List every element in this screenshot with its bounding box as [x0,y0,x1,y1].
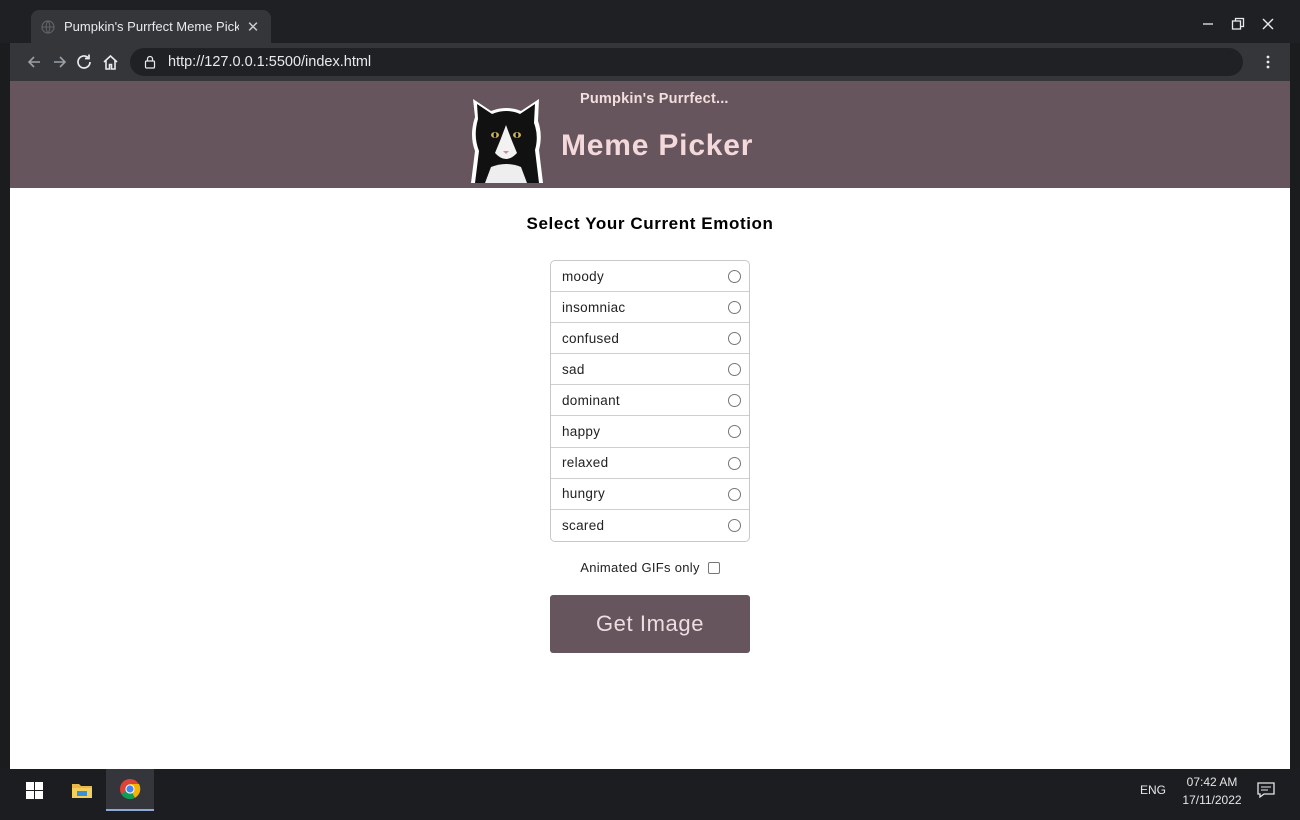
address-bar[interactable]: http://127.0.0.1:5500/index.html [130,48,1243,76]
page-viewport: Pumpkin's Purrfect... Meme Picker Select… [10,81,1290,769]
notification-icon[interactable] [1256,781,1276,799]
taskbar: ENG 07:42 AM 17/11/2022 [0,769,1300,820]
radio-button[interactable] [728,394,741,408]
emotion-label: moody [562,268,605,284]
radio-button[interactable] [728,456,741,470]
emotion-label: confused [562,330,620,346]
emotion-option-scared[interactable]: scared [551,510,749,541]
browser-toolbar: http://127.0.0.1:5500/index.html [10,43,1290,81]
tab-close-icon[interactable]: ✕ [245,18,261,36]
emotion-option-moody[interactable]: moody [551,261,749,293]
emotion-option-relaxed[interactable]: relaxed [551,448,749,479]
emotion-label: insomniac [562,299,626,315]
lock-icon [144,55,156,69]
emotion-label: scared [562,517,605,533]
site-header: Pumpkin's Purrfect... Meme Picker [10,81,1290,188]
emotion-option-confused[interactable]: confused [551,323,749,355]
minimize-icon[interactable] [1198,14,1218,34]
emotion-label: happy [562,424,601,440]
close-window-icon[interactable] [1258,14,1278,34]
chrome-taskbar-icon[interactable] [106,769,154,811]
emotion-label: hungry [562,486,606,502]
get-image-button[interactable]: Get Image [550,595,750,653]
header-title: Meme Picker [561,129,754,162]
browser-titlebar: Pumpkin's Purrfect Meme Picker ✕ [0,0,1300,43]
radio-button[interactable] [728,270,741,283]
language-indicator[interactable]: ENG [1140,783,1166,797]
cat-logo-image [471,99,543,183]
file-explorer-icon[interactable] [58,769,106,811]
radio-button[interactable] [728,518,741,532]
emotion-option-sad[interactable]: sad [551,354,749,386]
header-subtitle: Pumpkin's Purrfect... [580,91,729,107]
back-arrow-icon[interactable] [24,52,44,72]
globe-icon [41,19,55,34]
emotion-label: relaxed [562,455,609,471]
radio-button[interactable] [728,487,741,501]
home-icon[interactable] [100,52,120,72]
emotion-option-happy[interactable]: happy [551,416,749,448]
clock-time: 07:42 AM [1186,775,1238,789]
emotion-option-dominant[interactable]: dominant [551,385,749,417]
emotion-option-insomniac[interactable]: insomniac [551,292,749,324]
forward-arrow-icon[interactable] [50,52,70,72]
url-text: http://127.0.0.1:5500/index.html [168,54,372,70]
emotion-label: sad [562,361,585,377]
windows-start-icon[interactable] [10,769,58,811]
tab-title: Pumpkin's Purrfect Meme Picker [64,19,239,34]
gif-only-label[interactable]: Animated GIFs only [580,560,700,575]
emotion-radio-list: moody insomniac confused sad dominant ha… [550,260,750,542]
emotion-option-hungry[interactable]: hungry [551,479,749,510]
kebab-menu-icon[interactable] [1258,52,1278,72]
emotion-heading: Select Your Current Emotion [526,214,774,233]
clock-date: 17/11/2022 [1182,793,1242,807]
emotion-label: dominant [562,392,620,408]
radio-button[interactable] [728,332,741,346]
clock[interactable]: 07:42 AM 17/11/2022 [1176,773,1248,809]
gif-only-checkbox[interactable] [707,561,720,574]
radio-button[interactable] [728,301,741,315]
restore-icon[interactable] [1228,14,1248,34]
radio-button[interactable] [728,363,741,377]
reload-icon[interactable] [74,52,94,72]
radio-button[interactable] [728,425,741,439]
browser-tab[interactable]: Pumpkin's Purrfect Meme Picker ✕ [31,10,271,43]
gif-option-row: Animated GIFs only [10,560,1290,575]
